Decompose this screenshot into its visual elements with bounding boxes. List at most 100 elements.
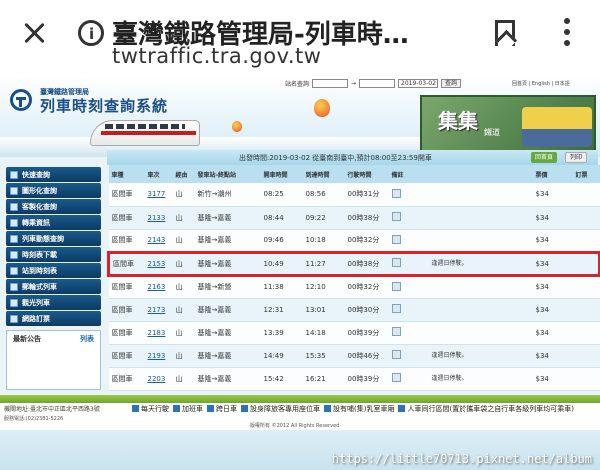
to-station-input[interactable] bbox=[359, 79, 396, 88]
arrival-time-cell: 15:35 bbox=[302, 344, 345, 368]
site-title: 列車時刻查詢系統 bbox=[40, 97, 169, 115]
booking-cell bbox=[572, 344, 600, 368]
arrival-time-cell: 09:22 bbox=[302, 206, 345, 230]
note-icon[interactable] bbox=[391, 373, 401, 382]
promo-banner[interactable]: 集集 鐵道 bbox=[420, 95, 596, 157]
departure-time-cell: 08:44 bbox=[260, 206, 303, 230]
language-links[interactable]: 回首頁 | English | 日本語 bbox=[512, 80, 570, 87]
info-icon[interactable]: i bbox=[78, 20, 104, 46]
train-number-link[interactable]: 2193 bbox=[144, 344, 173, 368]
route-line-cell: 山 bbox=[172, 206, 195, 230]
booking-cell bbox=[572, 321, 600, 345]
route-cell: 基隆→嘉義 bbox=[194, 344, 261, 368]
column-header bbox=[454, 165, 481, 183]
sidebar-item-label: 郵輪式列車 bbox=[22, 282, 57, 291]
sidebar-item[interactable]: 圖形化查詢 bbox=[6, 183, 101, 198]
search-button[interactable]: 查詢 bbox=[441, 79, 462, 88]
route-cell: 基隆→嘉義 bbox=[194, 321, 261, 345]
info-glyph: i bbox=[89, 25, 95, 43]
arrival-time-cell: 11:27 bbox=[302, 250, 345, 277]
departure-time-cell: 12:31 bbox=[260, 298, 303, 322]
table-row: 區間車 2163 山基隆→新營 11:38 12:10 00時32分 $34 bbox=[108, 275, 600, 299]
sidebar-item[interactable]: 轉乘資訊 bbox=[6, 215, 101, 230]
train-number-link[interactable]: 2143 bbox=[144, 229, 173, 253]
duration-cell: 00時30分 bbox=[344, 298, 389, 322]
sidebar-item-label: 時刻表下載 bbox=[22, 250, 57, 259]
more-menu-icon[interactable] bbox=[563, 18, 571, 50]
booking-cell bbox=[572, 250, 600, 277]
from-station-input[interactable] bbox=[312, 79, 349, 88]
promo-train-image bbox=[522, 107, 592, 147]
bookmark-icon[interactable] bbox=[495, 20, 515, 46]
sidebar-item-label: 客製化查詢 bbox=[22, 202, 57, 211]
arrival-time-cell: 12:10 bbox=[302, 275, 345, 299]
price-cell: $34 bbox=[532, 183, 573, 207]
footer-copyright: 版權所有 ©2012 All Rights Reserved bbox=[250, 423, 340, 429]
departure-time-cell: 14:49 bbox=[260, 344, 303, 368]
sidebar-item[interactable]: 站到時刻表 bbox=[6, 263, 101, 278]
date-input[interactable]: 2019-03-02 bbox=[398, 79, 439, 88]
departure-time-cell: 15:42 bbox=[260, 367, 303, 391]
note-icon[interactable] bbox=[391, 327, 401, 336]
note-cell bbox=[428, 275, 533, 299]
train-number-link[interactable]: 2163 bbox=[144, 275, 173, 299]
sidebar-item[interactable]: 時刻表下載 bbox=[6, 247, 101, 262]
column-header: 經由 bbox=[172, 165, 195, 183]
price-cell: $34 bbox=[532, 321, 573, 345]
arrival-time-cell: 08:56 bbox=[302, 183, 345, 207]
arrival-time-cell: 13:01 bbox=[302, 298, 345, 322]
footer-address: 機關地址:臺北市中正區北平西路3號 bbox=[4, 406, 100, 413]
train-number-link[interactable]: 2203 bbox=[144, 367, 173, 391]
clock-icon bbox=[10, 266, 18, 275]
legend-item: 跨日車 bbox=[207, 404, 237, 414]
train-type-cell: 區間車 bbox=[108, 275, 145, 299]
train-number-link[interactable]: 2173 bbox=[144, 298, 173, 322]
departure-time-cell: 13:39 bbox=[260, 321, 303, 345]
back-button[interactable]: 回首頁 bbox=[531, 152, 558, 163]
sidebar-item-label: 圖形化查詢 bbox=[22, 186, 57, 195]
route-line-cell: 山 bbox=[172, 344, 195, 368]
sidebar-item[interactable]: 客製化查詢 bbox=[6, 199, 101, 214]
sidebar-item-label: 快速查詢 bbox=[22, 170, 50, 179]
route-cell: 基隆→嘉義 bbox=[194, 367, 261, 391]
watermark: https://little70713.pixnet.net/album bbox=[331, 452, 592, 466]
sidebar-item-label: 觀光列車 bbox=[22, 298, 50, 307]
print-button[interactable]: 列印 bbox=[565, 152, 588, 163]
url-text[interactable]: twtraffic.tra.gov.tw bbox=[112, 44, 321, 68]
note-icon[interactable] bbox=[391, 258, 401, 267]
booking-cell bbox=[572, 367, 600, 391]
note-icon[interactable] bbox=[391, 212, 401, 221]
note-icon[interactable] bbox=[391, 350, 401, 359]
note-icon[interactable] bbox=[391, 188, 401, 198]
arrival-time-cell: 10:18 bbox=[302, 229, 345, 253]
sidebar-item[interactable]: 網路訂票 bbox=[6, 311, 101, 326]
train-type-cell: 區間車 bbox=[108, 344, 145, 368]
train-number-link[interactable]: 2133 bbox=[144, 206, 173, 230]
sidebar-item[interactable]: 觀光列車 bbox=[6, 295, 101, 310]
legend-item: 設身障旅客專用座位車 bbox=[241, 404, 320, 414]
news-more-link[interactable]: 列表 bbox=[80, 334, 94, 344]
note-icon-cell bbox=[388, 206, 429, 230]
note-icon[interactable] bbox=[391, 304, 401, 313]
table-row: 區間車 2133 山基隆→嘉義 08:44 09:22 00時38分 $34 bbox=[108, 206, 600, 230]
train-number-link[interactable]: 3177 bbox=[144, 183, 173, 207]
camera-icon bbox=[10, 298, 18, 307]
price-cell: $34 bbox=[532, 206, 573, 230]
ticket-icon bbox=[10, 314, 18, 323]
close-icon[interactable] bbox=[20, 18, 50, 48]
train-number-link[interactable]: 2153 bbox=[144, 250, 173, 277]
train-number-link[interactable]: 2183 bbox=[144, 321, 173, 345]
note-icon[interactable] bbox=[391, 281, 401, 291]
tra-logo-icon[interactable] bbox=[10, 89, 32, 111]
promo-subtitle: 鐵道 bbox=[484, 128, 500, 137]
sidebar-item[interactable]: 列車動態查詢 bbox=[6, 231, 101, 246]
booking-cell bbox=[572, 183, 600, 207]
note-icon[interactable] bbox=[391, 234, 401, 244]
chart-icon bbox=[10, 186, 18, 195]
sidebar-item[interactable]: 快速查詢 bbox=[6, 167, 101, 182]
sidebar-item[interactable]: 郵輪式列車 bbox=[6, 279, 101, 294]
route-line-cell: 山 bbox=[172, 367, 195, 391]
table-row: 區間車 2193 山基隆→嘉義 14:49 15:35 00時46分 逢週日停駛。 $34 bbox=[108, 344, 600, 368]
route-cell: 新竹→潮州 bbox=[194, 183, 261, 207]
note-icon-cell bbox=[388, 229, 429, 253]
